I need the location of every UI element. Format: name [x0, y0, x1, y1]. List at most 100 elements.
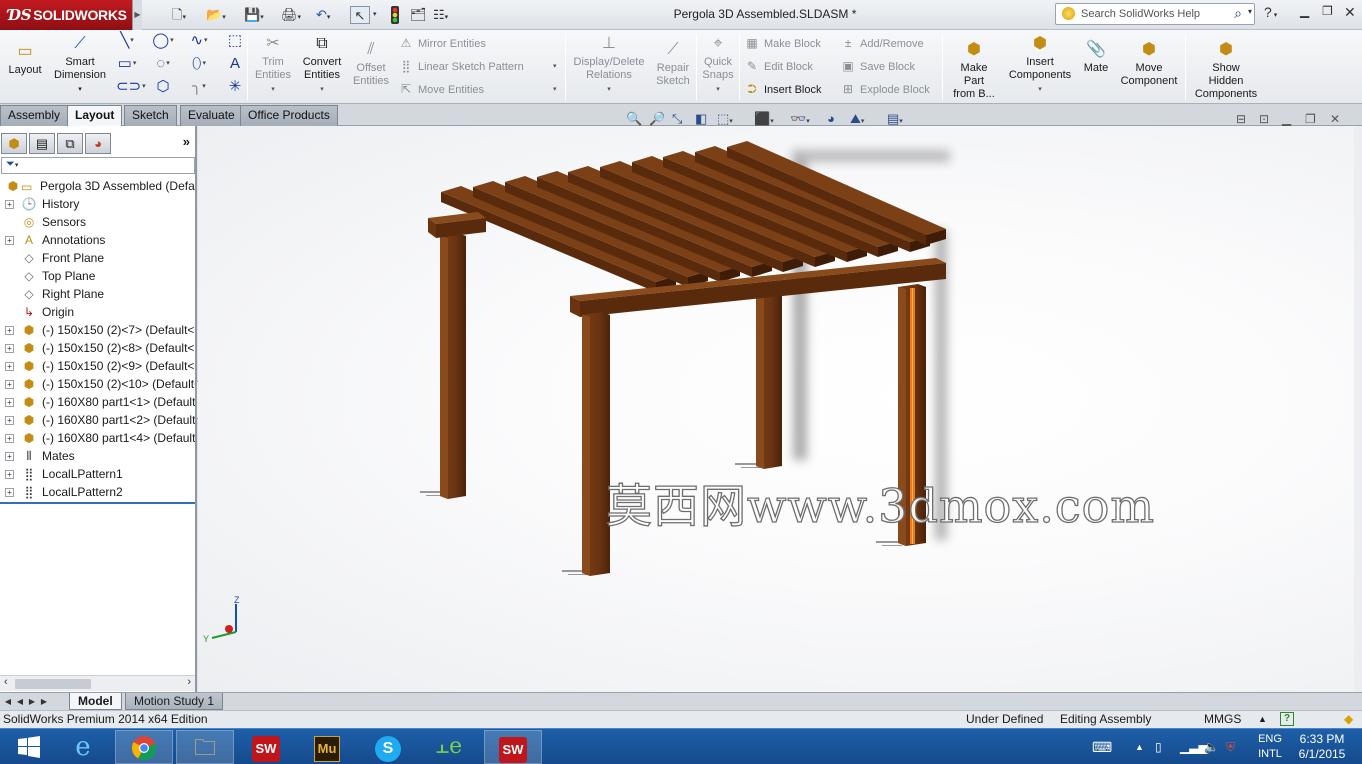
- text-tool-icon[interactable]: A: [224, 55, 246, 73]
- tree-expand-icon[interactable]: +: [5, 470, 14, 479]
- filter-funnel-icon[interactable]: ⏷▾: [6, 158, 18, 171]
- save-block-button[interactable]: ▣ Save Block: [840, 59, 915, 74]
- tree-filter-bar[interactable]: ⏷▾: [1, 157, 195, 174]
- spline-tool-icon[interactable]: ∿▾: [188, 32, 210, 50]
- help-search-box[interactable]: Search SolidWorks Help ⌕ ▾: [1055, 3, 1255, 25]
- open-folder-icon[interactable]: 📂▾: [206, 6, 226, 24]
- make-part-from-block-button[interactable]: ⬢ Make Part from B...: [946, 40, 1002, 101]
- dynamic-annotation-icon[interactable]: ⬚▾: [717, 110, 733, 131]
- tree-expand-icon[interactable]: +: [5, 200, 14, 209]
- tree-item[interactable]: ◎ Sensors: [0, 213, 195, 231]
- tab-motion-study-1[interactable]: Motion Study 1: [125, 693, 224, 710]
- save-icon[interactable]: 💾▾: [244, 6, 264, 24]
- tab-nav-last-icon[interactable]: ▶: [38, 695, 50, 708]
- zoom-to-fit-icon[interactable]: 🔍: [626, 110, 642, 128]
- configuration-manager-tab-icon[interactable]: ⧉: [57, 133, 83, 154]
- move-dropdown-icon[interactable]: ▾: [553, 85, 557, 93]
- layout-button[interactable]: ▭ Layout: [4, 42, 46, 77]
- tree-expand-icon[interactable]: +: [5, 434, 14, 443]
- volume-icon[interactable]: 🔈: [1204, 729, 1219, 764]
- tree-item[interactable]: + ⣿ LocalLPattern1: [0, 465, 195, 483]
- system-clock[interactable]: 6:33 PM 6/1/2015: [1296, 732, 1348, 762]
- previous-view-icon[interactable]: ⤡: [672, 110, 682, 128]
- arc-tool-icon[interactable]: ◌▾: [152, 55, 174, 73]
- tree-item[interactable]: + ⬢ (-) 150x150 (2)<10> (Default<<: [0, 375, 195, 393]
- line-tool-icon[interactable]: ╲▾: [116, 32, 138, 50]
- show-hidden-components-button[interactable]: ⬢ Show Hidden Components: [1188, 40, 1264, 101]
- scroll-left-arrow-icon[interactable]: ‹: [4, 676, 8, 688]
- power-icon[interactable]: ▯: [1155, 729, 1162, 764]
- tree-item[interactable]: + A Annotations: [0, 231, 195, 249]
- explode-block-button[interactable]: ⊞ Explode Block: [840, 82, 930, 97]
- tree-item[interactable]: + ⬢ (-) 150x150 (2)<9> (Default<<: [0, 357, 195, 375]
- security-shield-icon[interactable]: ⛨: [1226, 729, 1235, 764]
- section-view-icon[interactable]: ◧: [695, 110, 707, 128]
- tree-item[interactable]: + ⬢ (-) 160X80 part1<4> (Default<: [0, 429, 195, 447]
- tree-item[interactable]: ◇ Right Plane: [0, 285, 195, 303]
- tree-item[interactable]: ↳ Origin: [0, 303, 195, 321]
- fillet-tool-icon[interactable]: ╮▾: [188, 78, 210, 96]
- chrome-icon[interactable]: [115, 730, 173, 764]
- slot-tool-icon[interactable]: ⊂⊃▾: [116, 78, 146, 96]
- pergola-model-viewport[interactable]: [198, 126, 1362, 692]
- print-icon[interactable]: 🖨▾: [281, 6, 301, 24]
- help-status-icon[interactable]: ?: [1280, 712, 1294, 726]
- internet-explorer-icon[interactable]: e: [54, 730, 112, 764]
- minimize-window-icon[interactable]: ▁: [1300, 4, 1309, 18]
- ellipse-tool-icon[interactable]: ⬯▾: [188, 55, 210, 73]
- tree-item[interactable]: + ⬢ (-) 150x150 (2)<8> (Default<<: [0, 339, 195, 357]
- tab-sketch[interactable]: Sketch: [124, 105, 177, 126]
- mate-button[interactable]: 📎 Mate: [1078, 40, 1114, 75]
- tree-item[interactable]: + ⬢ (-) 160X80 part1<1> (Default<: [0, 393, 195, 411]
- tree-expand-icon[interactable]: +: [5, 236, 14, 245]
- new-document-icon[interactable]: 🗋▾: [172, 6, 186, 24]
- tree-expand-icon[interactable]: +: [5, 326, 14, 335]
- skype-icon[interactable]: S: [359, 730, 417, 764]
- pattern-dropdown-icon[interactable]: ▾: [553, 62, 557, 70]
- tab-nav-next-icon[interactable]: ▶: [26, 695, 38, 708]
- scene-icon[interactable]: ⛰▾: [850, 110, 864, 131]
- tree-item[interactable]: ◇ Front Plane: [0, 249, 195, 267]
- graphics-vertical-scrollbar[interactable]: [1354, 126, 1362, 692]
- select-dropdown-icon[interactable]: ▾: [373, 6, 377, 24]
- linear-sketch-pattern-button[interactable]: ⣿ Linear Sketch Pattern: [398, 59, 524, 74]
- search-icon[interactable]: ⌕: [1234, 5, 1242, 22]
- display-delete-relations-button[interactable]: ⊥ Display/Delete Relations ▾: [568, 34, 650, 96]
- solidworks-taskbar-icon[interactable]: SW: [237, 730, 295, 764]
- trim-entities-button[interactable]: ✂ Trim Entities ▾: [252, 34, 294, 96]
- viewport-tile-icon[interactable]: ⊟: [1236, 112, 1246, 126]
- quick-snaps-button[interactable]: ⌖ Quick Snaps ▾: [699, 34, 737, 96]
- scroll-thumb[interactable]: [15, 679, 91, 689]
- tree-item[interactable]: + ⫴ Mates: [0, 447, 195, 465]
- mirror-entities-button[interactable]: ⚠ Mirror Entities: [398, 36, 486, 51]
- file-properties-icon[interactable]: 🗂: [410, 6, 427, 24]
- view-settings-icon[interactable]: ▤▾: [887, 110, 903, 131]
- tab-nav-first-icon[interactable]: ◀: [2, 695, 14, 708]
- tab-office-products[interactable]: Office Products: [240, 105, 338, 126]
- solidworks-active-icon[interactable]: SW: [484, 730, 542, 764]
- tree-expand-icon[interactable]: +: [5, 380, 14, 389]
- close-window-icon[interactable]: ✕: [1344, 4, 1356, 21]
- rebuild-tag-icon[interactable]: ◆: [1344, 711, 1353, 728]
- centerline-rect-icon[interactable]: ⬚: [224, 32, 246, 50]
- move-entities-button[interactable]: ⇱ Move Entities: [398, 82, 484, 97]
- tree-item[interactable]: + ⣿ LocalLPattern2: [0, 483, 195, 501]
- keyboard-icon[interactable]: ⌨: [1092, 729, 1112, 764]
- input-language-indicator[interactable]: ENG INTL: [1256, 732, 1284, 762]
- panel-more-chevron-icon[interactable]: »: [183, 134, 190, 149]
- tab-nav-prev-icon[interactable]: ◀: [14, 695, 26, 708]
- rectangle-tool-icon[interactable]: ▭▾: [116, 55, 138, 73]
- restore-window-icon[interactable]: ❐: [1322, 4, 1333, 18]
- options-icon[interactable]: ☷▾: [433, 6, 448, 24]
- tree-expand-icon[interactable]: +: [5, 488, 14, 497]
- circle-tool-icon[interactable]: ◯▾: [152, 32, 174, 50]
- menu-expand-arrow[interactable]: ▶: [132, 0, 142, 30]
- tab-assembly[interactable]: Assembly: [0, 105, 69, 126]
- tree-item[interactable]: ◇ Top Plane: [0, 267, 195, 285]
- display-style-icon[interactable]: 👓▾: [790, 110, 810, 131]
- convert-entities-button[interactable]: ⧉ Convert Entities ▾: [298, 34, 346, 96]
- undo-icon[interactable]: ↶▾: [316, 6, 330, 24]
- polygon-tool-icon[interactable]: ⬡: [152, 78, 174, 96]
- tree-expand-icon[interactable]: +: [5, 362, 14, 371]
- doc-close-icon[interactable]: ✕: [1330, 112, 1340, 126]
